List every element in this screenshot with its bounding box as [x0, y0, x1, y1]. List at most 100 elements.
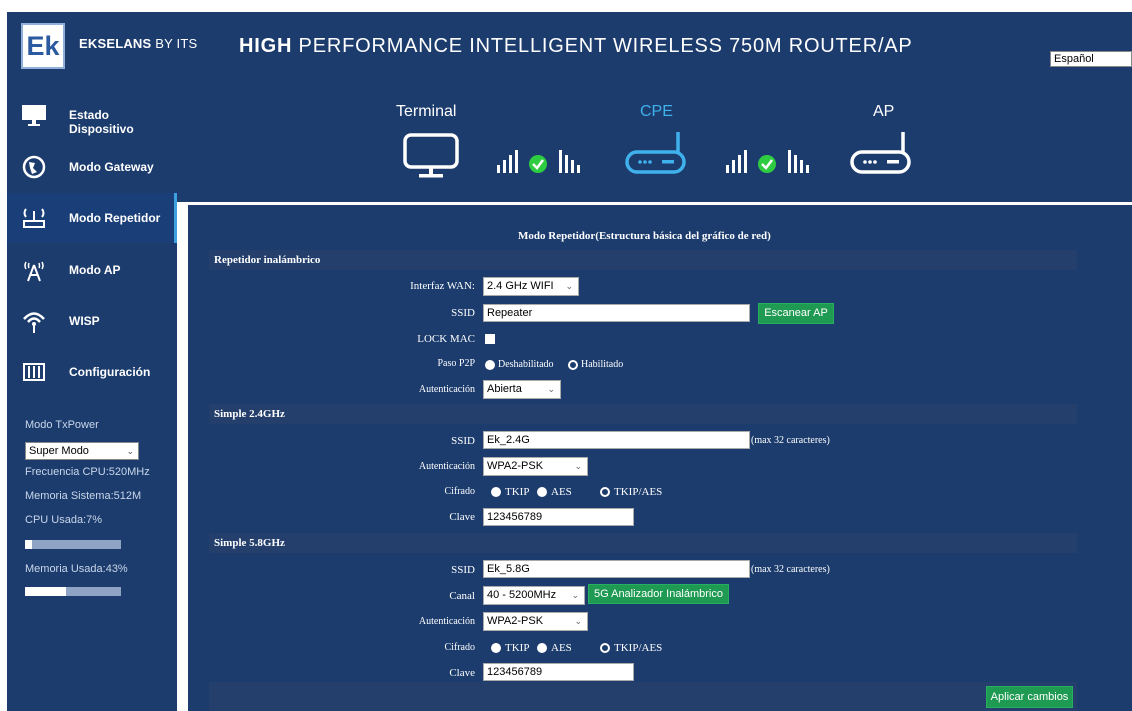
section-58ghz: Simple 5.8GHz — [209, 533, 1077, 553]
cipher-58-label: Cifrado — [444, 642, 475, 653]
chevron-down-icon: ⌄ — [574, 616, 582, 626]
product-title: HIGH PERFORMANCE INTELLIGENT WIRELESS 75… — [239, 35, 913, 58]
section-24ghz: Simple 2.4GHz — [209, 404, 1077, 424]
sidebar-item-modo-gateway[interactable]: Modo Gateway — [7, 142, 177, 192]
wifi-tower-icon — [23, 312, 45, 333]
section-title: Simple 2.4GHz — [214, 408, 285, 420]
section-repeater: Repetidor inalámbrico — [209, 250, 1077, 270]
cipher-24-tkipaes-label: TKIP/AES — [614, 486, 663, 498]
p2p-enabled-label: Habilitado — [581, 359, 624, 370]
repeater-settings-panel: Modo Repetidor(Estructura básica del grá… — [188, 205, 1132, 711]
channel-select[interactable]: 40 - 5200MHz ⌄ — [483, 586, 585, 605]
sidebar-item-configuracion[interactable]: Configuración — [7, 347, 177, 397]
product-title-bold: HIGH — [239, 35, 293, 57]
ssid-24-label: SSID — [451, 435, 475, 447]
key-58-input[interactable]: 123456789 — [483, 663, 634, 681]
p2p-label: Paso P2P — [437, 358, 475, 369]
txpower-label: Modo TxPower — [25, 419, 99, 431]
monitor-icon — [22, 105, 46, 126]
ap-router-icon — [850, 132, 911, 174]
cipher-58-aes-label: AES — [551, 642, 572, 654]
ssid-58-label: SSID — [451, 564, 475, 576]
auth-24-value: WPA2-PSK — [487, 460, 544, 472]
cipher-58-aes-radio[interactable] — [537, 643, 547, 653]
topology-terminal-label: Terminal — [396, 103, 457, 120]
ssid-24-note: (max 32 caracteres) — [751, 435, 830, 446]
ssid-58-input[interactable]: Ek_5.8G — [483, 560, 750, 578]
chevron-down-icon: ⌄ — [574, 461, 582, 471]
sidebar: Estado Dispositivo Modo Gateway Modo Rep… — [7, 85, 177, 711]
apply-changes-button[interactable]: Aplicar cambios — [986, 686, 1073, 708]
cipher-58-tkipaes-label: TKIP/AES — [614, 642, 663, 654]
wan-interface-select[interactable]: 2.4 GHz WIFI ⌄ — [483, 277, 579, 296]
chevron-down-icon: ⌄ — [126, 446, 134, 456]
cipher-24-aes-label: AES — [551, 486, 572, 498]
terminal-monitor-icon — [403, 133, 459, 178]
repeater-auth-select[interactable]: Abierta ⌄ — [483, 380, 561, 399]
system-memory: Memoria Sistema:512M — [25, 490, 142, 502]
p2p-enabled-radio[interactable] — [568, 360, 578, 370]
globe-icon — [22, 155, 46, 179]
p2p-disabled-label: Deshabilitado — [498, 359, 554, 370]
p2p-disabled-radio[interactable] — [485, 360, 495, 370]
lock-mac-checkbox[interactable] — [485, 334, 495, 344]
scan-ap-button[interactable]: Escanear AP — [758, 303, 834, 324]
repeater-ssid-input[interactable]: Repeater — [483, 304, 750, 322]
ssid-24-input[interactable]: Ek_2.4G — [483, 431, 750, 449]
sidebar-item-label: Modo Repetidor — [69, 211, 161, 225]
wan-interface-label: Interfaz WAN: — [410, 280, 475, 292]
channel-value: 40 - 5200MHz — [487, 589, 557, 601]
key-58-label: Clave — [449, 667, 475, 679]
cipher-24-aes-radio[interactable] — [537, 487, 547, 497]
cpu-usage-bar — [25, 540, 121, 549]
memory-usage-bar — [25, 587, 121, 596]
repeater-ssid-label: SSID — [451, 307, 475, 319]
sidebar-item-label: Estado Dispositivo — [69, 108, 134, 136]
topology-ap-label: AP — [873, 103, 895, 120]
section-title: Simple 5.8GHz — [214, 537, 285, 549]
txpower-select[interactable]: Super Modo ⌄ — [25, 442, 139, 460]
language-select[interactable]: Español — [1050, 51, 1132, 67]
cipher-24-tkip-radio[interactable] — [491, 487, 501, 497]
auth-58-select[interactable]: WPA2-PSK ⌄ — [483, 612, 588, 631]
sidebar-item-label: Modo Gateway — [69, 160, 154, 174]
header: Ek EKSELANS BY ITS HIGH PERFORMANCE INTE… — [7, 12, 1132, 85]
cipher-24-label: Cifrado — [444, 486, 475, 497]
sidebar-item-label: Configuración — [69, 365, 151, 379]
cpu-usage-fill — [25, 540, 32, 549]
key-24-label: Clave — [449, 511, 475, 523]
chevron-down-icon: ⌄ — [571, 590, 579, 600]
lock-mac-label: LOCK MAC — [417, 333, 475, 345]
footer-bar: Aplicar cambios — [209, 682, 1077, 711]
brand-name: EKSELANS BY ITS — [79, 36, 197, 51]
cpu-frequency: Frecuencia CPU:520MHz — [25, 466, 150, 478]
channel-label: Canal — [449, 590, 475, 602]
sidebar-item-modo-ap[interactable]: Modo AP — [7, 245, 177, 295]
5g-analyzer-button[interactable]: 5G Analizador Inalámbrico — [588, 584, 729, 604]
logo: Ek — [21, 23, 65, 69]
sidebar-item-label: WISP — [69, 314, 100, 328]
sidebar-item-modo-repetidor[interactable]: Modo Repetidor — [7, 193, 177, 243]
repeater-auth-label: Autenticación — [418, 384, 475, 395]
settings-grid-icon — [23, 363, 45, 381]
network-topology: Terminal CPE AP — [177, 85, 1132, 202]
auth-58-value: WPA2-PSK — [487, 615, 544, 627]
auth-24-select[interactable]: WPA2-PSK ⌄ — [483, 457, 588, 476]
antenna-icon — [24, 261, 44, 282]
cipher-58-tkipaes-radio[interactable] — [600, 643, 610, 653]
key-24-input[interactable]: 123456789 — [483, 508, 634, 526]
ssid-58-note: (max 32 caracteres) — [751, 564, 830, 575]
repeater-icon — [23, 208, 45, 228]
chevron-down-icon: ⌄ — [547, 384, 555, 394]
cipher-58-tkip-radio[interactable] — [491, 643, 501, 653]
brand-text: EKSELANS — [79, 36, 152, 51]
section-title: Repetidor inalámbrico — [214, 254, 321, 266]
sidebar-item-wisp[interactable]: WISP — [7, 296, 177, 346]
sidebar-item-estado-dispositivo[interactable]: Estado Dispositivo — [7, 90, 177, 140]
cipher-24-tkipaes-radio[interactable] — [600, 487, 610, 497]
memory-usage-label: Memoria Usada:43% — [25, 563, 128, 575]
brand-by: BY ITS — [151, 36, 198, 51]
auth-24-label: Autenticación — [418, 461, 475, 472]
signal-link-2 — [726, 150, 809, 173]
memory-usage-fill — [25, 587, 67, 596]
